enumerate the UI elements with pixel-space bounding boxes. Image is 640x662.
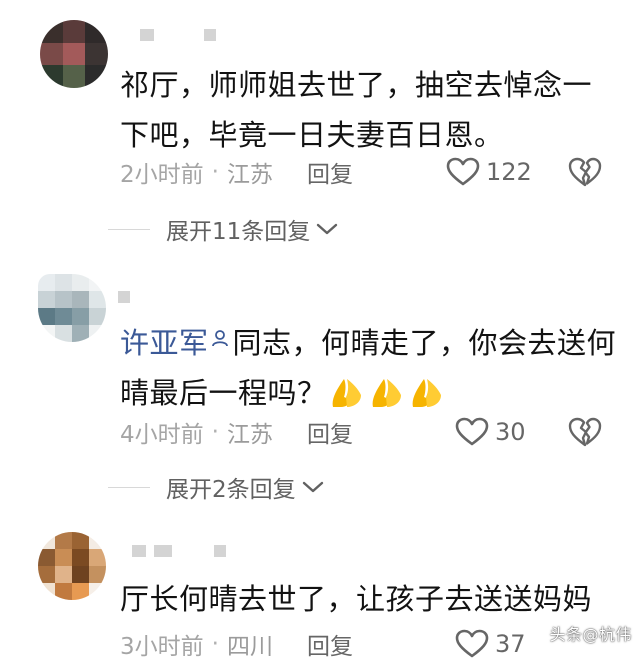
reply-button[interactable]: 回复	[307, 415, 353, 449]
expand-replies-label: 展开11条回复	[166, 219, 311, 245]
folded-hands-emoji-icon	[372, 379, 401, 407]
mention-link[interactable]: 许亚军	[120, 326, 209, 360]
comment-text: 祁厅，师师姐去世了，抽空去悼念一下吧，毕竟一日夫妻百日恩。	[120, 68, 593, 152]
comment-meta: 4小时前 · 江苏 回复	[120, 414, 353, 450]
comment-meta: 3小时前 · 四川 回复	[120, 626, 353, 662]
like-count: 122	[486, 158, 532, 186]
comment-location: 江苏	[226, 162, 273, 188]
comment-time: 4小时前	[120, 422, 204, 448]
watermark: 头条@杭伟	[549, 625, 632, 644]
comment-text: 厅长何晴去世了，让孩子去送送妈妈	[120, 582, 593, 616]
like-count: 30	[495, 418, 526, 446]
broken-heart-icon[interactable]	[568, 415, 602, 449]
reply-button[interactable]: 回复	[307, 155, 353, 189]
comment-item: 祁厅，师师姐去世了，抽空去悼念一下吧，毕竟一日夫妻百日恩。 2小时前 · 江苏 …	[0, 0, 640, 250]
divider-line	[108, 486, 150, 488]
username-pixelated[interactable]	[118, 286, 130, 308]
separator-dot: ·	[211, 159, 219, 185]
folded-hands-emoji-icon	[332, 379, 361, 407]
avatar[interactable]	[38, 532, 106, 600]
person-icon	[211, 330, 228, 347]
like-count: 37	[495, 630, 526, 658]
username-pixelated[interactable]	[132, 540, 226, 562]
comment-location: 江苏	[226, 422, 273, 448]
folded-hands-emoji-icon	[412, 379, 441, 407]
like-button[interactable]: 30	[455, 414, 526, 450]
username-pixelated[interactable]	[140, 24, 216, 46]
comment-time: 2小时前	[120, 162, 204, 188]
comment-time: 3小时前	[120, 634, 204, 660]
expand-replies-button[interactable]: 展开11条回复	[108, 212, 338, 246]
comment-meta: 2小时前 · 江苏 回复	[120, 154, 353, 190]
chevron-down-icon	[317, 223, 338, 235]
like-button[interactable]: 37	[455, 626, 526, 662]
avatar[interactable]	[38, 274, 106, 342]
expand-replies-button[interactable]: 展开2条回复	[108, 470, 324, 504]
heart-outline-icon	[446, 157, 480, 186]
comment-item: 厅长何晴去世了，让孩子去送送妈妈 3小时前 · 四川 回复 37	[0, 520, 640, 662]
like-button[interactable]: 122	[446, 154, 532, 190]
divider-line	[108, 228, 150, 230]
chevron-down-icon	[302, 481, 323, 493]
avatar[interactable]	[40, 20, 108, 88]
separator-dot: ·	[211, 419, 219, 445]
broken-heart-icon[interactable]	[568, 155, 602, 189]
comment-location: 四川	[226, 634, 273, 660]
expand-replies-label: 展开2条回复	[166, 477, 296, 503]
heart-outline-icon	[455, 417, 489, 446]
separator-dot: ·	[211, 631, 219, 657]
heart-outline-icon	[455, 629, 489, 658]
comment-text: 许亚军 同志，何晴走了，你会去送何晴最后一程吗？	[120, 318, 620, 418]
comment-item: 许亚军 同志，何晴走了，你会去送何晴最后一程吗？ 4小时前 · 江苏 回复 30 …	[0, 260, 640, 510]
reply-button[interactable]: 回复	[307, 627, 353, 661]
